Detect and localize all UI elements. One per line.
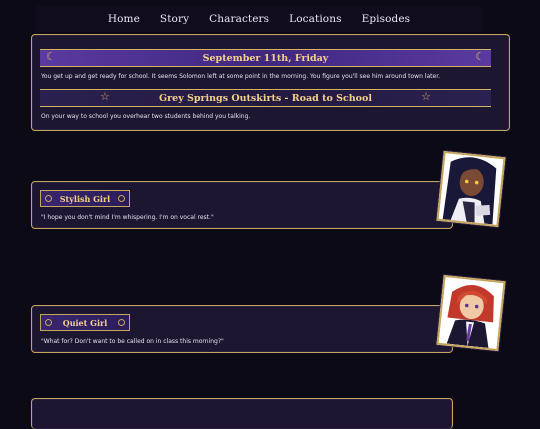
nameplate-ornament [118, 319, 125, 326]
date-title: September 11th, Friday [202, 52, 329, 64]
speaker-nameplate: Stylish Girl [40, 190, 130, 207]
nameplate-ornament [118, 195, 125, 202]
location-title: Grey Springs Outskirts - Road to School [159, 92, 372, 104]
dialogue-line: "What for? Don't want to be called on in… [41, 338, 224, 345]
star-icon: ☆ [421, 90, 431, 103]
nameplate-ornament [45, 195, 52, 202]
top-navigation: Home Story Characters Locations Episodes [36, 6, 482, 32]
moon-icon: ☾ [475, 50, 485, 63]
next-dialogue-card [31, 398, 453, 429]
nav-locations[interactable]: Locations [289, 13, 341, 25]
moon-icon: ☾ [46, 50, 56, 63]
stylish-girl-portrait [438, 153, 504, 225]
speaker-nameplate: Quiet Girl [40, 314, 130, 331]
quiet-girl-portrait [438, 277, 504, 349]
nav-episodes[interactable]: Episodes [362, 13, 411, 25]
dialogue-card: Quiet Girl "What for? Don't want to be c… [31, 305, 453, 353]
character-portrait [436, 274, 506, 352]
location-text: On your way to school you overhear two s… [41, 113, 251, 120]
dialogue-line: "I hope you don't mind I'm whispering. I… [41, 214, 214, 221]
nameplate-ornament [45, 319, 52, 326]
speaker-name: Quiet Girl [62, 317, 108, 328]
nav-characters[interactable]: Characters [209, 13, 269, 25]
star-icon: ☆ [100, 90, 110, 103]
character-portrait [436, 150, 506, 228]
dialogue-card: Stylish Girl "I hope you don't mind I'm … [31, 181, 453, 229]
nav-home[interactable]: Home [108, 13, 140, 25]
nav-story[interactable]: Story [160, 13, 189, 25]
date-banner: ☾ September 11th, Friday ☾ [40, 49, 491, 67]
intro-text: You get up and get ready for school. It … [41, 73, 441, 80]
scene-card: ☾ September 11th, Friday ☾ You get up an… [31, 34, 510, 131]
speaker-name: Stylish Girl [59, 193, 111, 204]
location-banner: ☆ Grey Springs Outskirts - Road to Schoo… [40, 89, 491, 107]
